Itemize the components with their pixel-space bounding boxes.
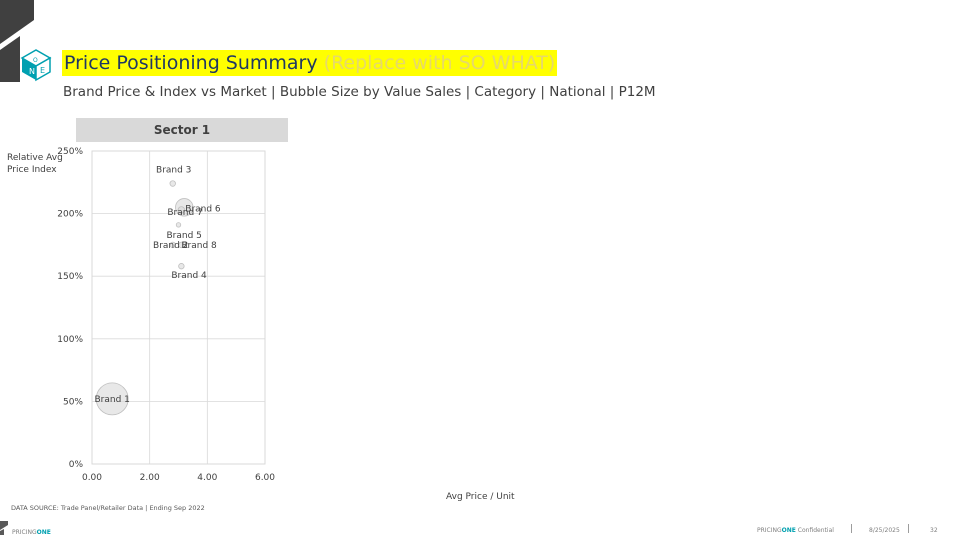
- data-label: Brand 1: [94, 395, 129, 405]
- data-label: Brand 3: [156, 166, 191, 176]
- y-tick-label: 150%: [57, 272, 83, 282]
- y-tick-label: 0%: [69, 460, 84, 470]
- bubble: [175, 222, 182, 228]
- x-tick-label: 2.00: [140, 473, 160, 483]
- y-tick-label: 50%: [63, 397, 83, 407]
- conf-suffix: Confidential: [795, 527, 834, 534]
- x-tick-label: 4.00: [197, 473, 217, 483]
- page-number: 32: [930, 527, 938, 534]
- y-tick-label: 200%: [57, 210, 83, 220]
- data-label: Brand 8: [181, 241, 217, 251]
- footer-brand: PRICINGONE: [12, 529, 51, 536]
- y-tick-label: 100%: [57, 335, 83, 345]
- footer-date: 8/25/2025: [869, 527, 900, 534]
- data-label: Brand 4: [171, 271, 207, 281]
- footer-divider: |: [850, 524, 854, 534]
- conf-prefix: PRICING: [757, 527, 782, 534]
- plot-area: [91, 150, 266, 465]
- data-source-note: DATA SOURCE: Trade Panel/Retailer Data |…: [11, 504, 205, 512]
- x-tick-label: 6.00: [255, 473, 275, 483]
- confidential-label: PRICINGONE Confidential: [757, 527, 834, 534]
- bubble: [178, 263, 185, 270]
- footer-brand-prefix: PRICING: [12, 529, 37, 536]
- data-label: Brand 7: [167, 208, 202, 218]
- x-tick-label: 0.00: [82, 473, 102, 483]
- bubble: [169, 180, 176, 187]
- bubble-chart: 0% 50% 100% 150% 200% 250% 0.00 2.00 4.00 6.00 Bra…: [57, 147, 275, 483]
- y-tick-label: 250%: [57, 147, 83, 157]
- footer-logo-icon: [0, 521, 8, 535]
- footer-brand-suffix: ONE: [36, 529, 51, 536]
- footer-divider: |: [907, 524, 911, 534]
- data-label: Brand 5: [167, 231, 202, 241]
- conf-mid: ONE: [781, 527, 796, 534]
